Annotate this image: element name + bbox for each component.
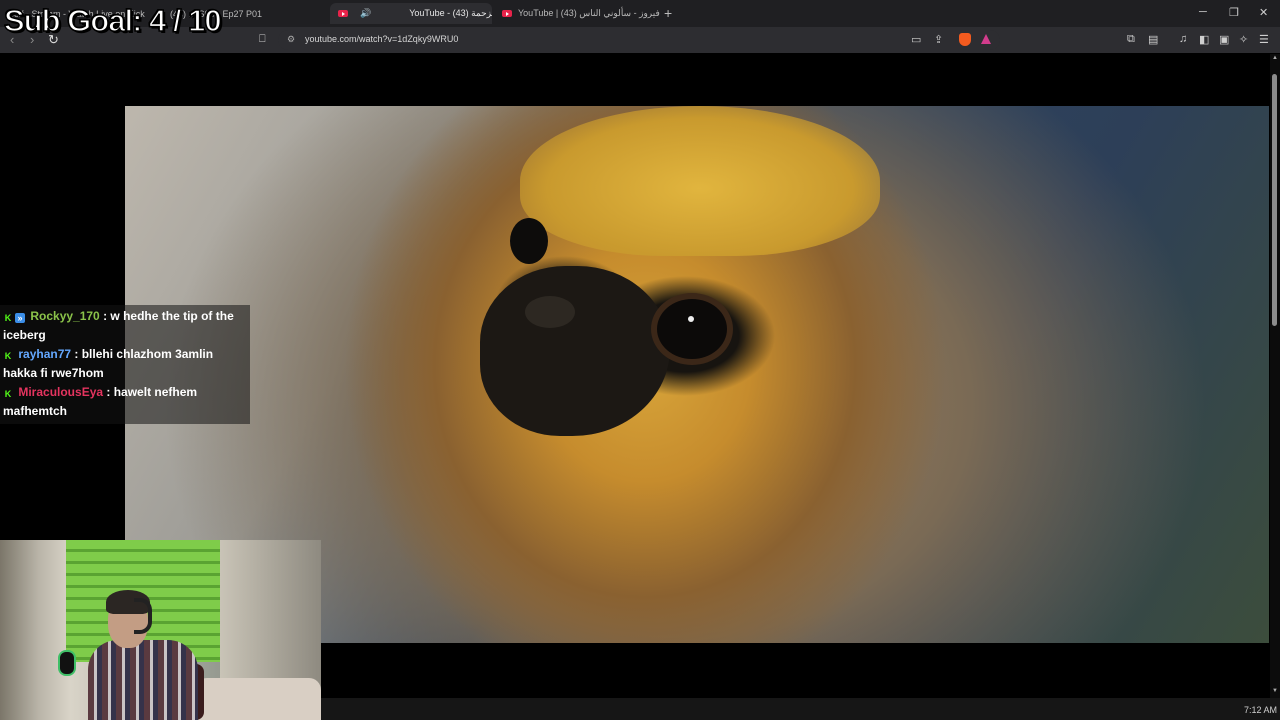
taskbar: [320, 698, 1280, 720]
kick-badge-icon: K: [4, 313, 12, 323]
chat-message: K» Rockyy_170 : w hedhe the tip of the i…: [3, 307, 247, 344]
puzzle-icon[interactable]: ⧉: [1127, 33, 1135, 46]
tab-youtube-fairuz[interactable]: YouTube | فيروز - سألوني الناس (43): [494, 3, 660, 24]
scroll-down-icon[interactable]: ▼: [1272, 688, 1278, 694]
stream-chat-overlay: K» Rockyy_170 : w hedhe the tip of the i…: [0, 305, 250, 424]
brave-shield-icon[interactable]: [959, 33, 971, 46]
streamer-body: [88, 640, 198, 720]
tab-title: YouTube | فيروز - سألوني الناس (43): [518, 8, 660, 18]
leo-ai-icon[interactable]: ✧: [1239, 33, 1248, 46]
music-icon[interactable]: ♫: [1179, 33, 1187, 45]
chat-message: K MiraculousEya : hawelt nefhem mafhemtc…: [3, 383, 247, 420]
sidebar-icon[interactable]: ◧: [1199, 33, 1209, 46]
url-text: youtube.com/watch?v=1dZqky9WRU0: [305, 34, 459, 44]
speaker-icon[interactable]: 🔊: [360, 8, 371, 19]
video-frame-dog-muzzle: [480, 266, 670, 436]
chat-username: MiraculousEya: [18, 385, 104, 399]
page-scrollbar[interactable]: [1270, 54, 1280, 698]
subscriber-badge-icon: »: [15, 313, 25, 323]
kick-badge-icon: K: [4, 389, 12, 399]
sub-goal-overlay: Sub Goal: 4 / 10: [3, 2, 222, 39]
bookmark-icon[interactable]: ⎕: [259, 33, 266, 46]
kick-badge-icon: K: [4, 351, 12, 361]
chat-message: K rayhan77 : bllehi chlazhom 3amlin hakk…: [3, 345, 247, 382]
scroll-up-icon[interactable]: ▲: [1272, 55, 1278, 61]
taskbar-clock: 7:12 AM: [1244, 705, 1278, 715]
reading-list-icon[interactable]: ▤: [1148, 33, 1158, 46]
close-window-icon[interactable]: ✕: [1259, 6, 1268, 19]
brave-rewards-icon[interactable]: [981, 34, 991, 44]
youtube-icon: [338, 10, 348, 17]
address-field[interactable]: ⚙ youtube.com/watch?v=1dZqky9WRU0: [278, 30, 1000, 50]
chat-username: rayhan77: [18, 347, 72, 361]
webcam-bed: [195, 678, 321, 720]
video-frame-dog-eye-left: [510, 218, 548, 264]
cast-icon[interactable]: ▭: [911, 33, 921, 46]
wallet-icon[interactable]: ▣: [1219, 33, 1229, 46]
chat-username: Rockyy_170: [30, 309, 100, 323]
tab-title: YouTube - الزحمة (43): [409, 8, 492, 18]
youtube-icon: [502, 10, 512, 17]
hamburger-icon[interactable]: ☰: [1259, 33, 1269, 46]
scroll-thumb[interactable]: [1272, 74, 1277, 326]
restore-icon[interactable]: ❐: [1229, 6, 1239, 19]
share-icon[interactable]: ⇪: [934, 33, 943, 46]
minimize-icon[interactable]: ─: [1199, 6, 1207, 18]
tune-icon[interactable]: ⚙: [287, 34, 295, 45]
microphone-icon: [60, 652, 74, 674]
webcam-overlay: [0, 540, 321, 720]
video-frame-dog-fur: [520, 106, 880, 256]
headset-icon: [134, 598, 152, 634]
new-tab-button[interactable]: +: [664, 5, 672, 21]
video-frame-dog-eye-right: [657, 299, 727, 359]
tab-youtube-active[interactable]: 🔊 YouTube - الزحمة (43) ✕: [330, 3, 492, 24]
